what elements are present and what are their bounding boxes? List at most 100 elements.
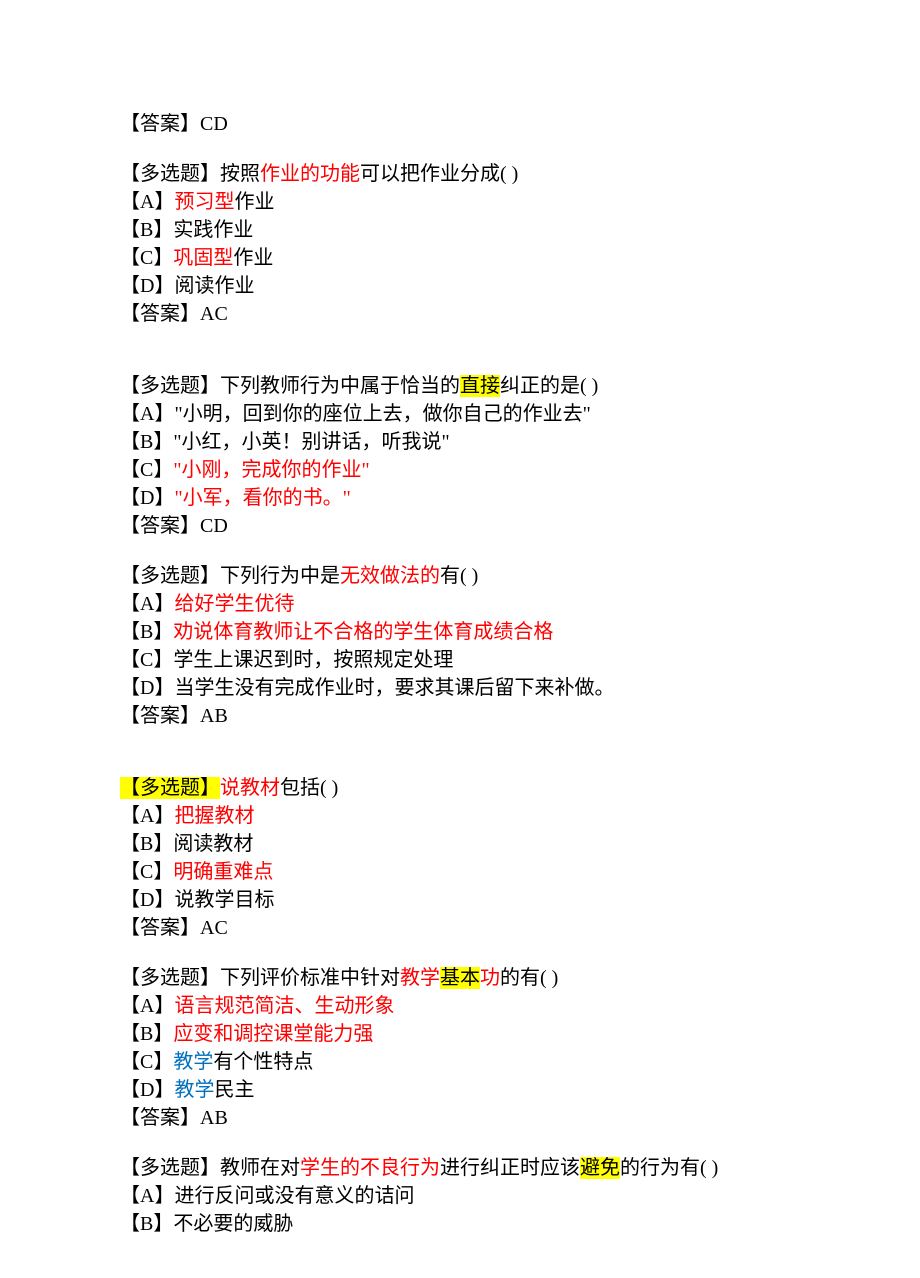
answer-value: AC bbox=[200, 917, 228, 939]
stem-text: 包括( ) bbox=[280, 777, 338, 799]
stem-text-red: 学生的不良行为 bbox=[300, 1157, 440, 1179]
option-text: 作业 bbox=[234, 191, 274, 213]
option-prefix: 【A】 bbox=[120, 995, 174, 1017]
option-text-red: "小军，看你的书。" bbox=[174, 487, 350, 509]
stem-text: 的有( ) bbox=[500, 967, 558, 989]
option-text-red: 劝说体育教师让不合格的学生体育成绩合格 bbox=[173, 621, 553, 643]
stem-text: 下列评价标准中针对 bbox=[220, 967, 400, 989]
option-prefix: 【B】 bbox=[120, 621, 173, 643]
question: 【多选题】下列行为中是无效做法的有( ) 【A】给好学生优待 【B】劝说体育教师… bbox=[120, 562, 800, 730]
option-d: 【D】说教学目标 bbox=[120, 886, 800, 914]
option-text: 【D】说教学目标 bbox=[120, 889, 274, 911]
option-text: 【A】进行反问或没有意义的诘问 bbox=[120, 1185, 414, 1207]
question-answer: 【答案】AC bbox=[120, 300, 800, 328]
option-text: 【B】"小红，小英！别讲话，听我说" bbox=[120, 431, 450, 453]
stem-text: 下列教师行为中属于恰当的 bbox=[220, 375, 460, 397]
option-prefix: 【C】 bbox=[120, 1051, 173, 1073]
question-answer: 【答案】AB bbox=[120, 1104, 800, 1132]
option-text-red: 预习型 bbox=[174, 191, 234, 213]
question-answer: 【答案】CD bbox=[120, 512, 800, 540]
answer-value: AC bbox=[200, 303, 228, 325]
question-answer: 【答案】AC bbox=[120, 914, 800, 942]
option-text-red: 应变和调控课堂能力强 bbox=[173, 1023, 373, 1045]
option-d: 【D】阅读作业 bbox=[120, 272, 800, 300]
answer-value: AB bbox=[200, 705, 228, 727]
stem-text: 教师在对 bbox=[220, 1157, 300, 1179]
option-text-red: 语言规范简洁、生动形象 bbox=[174, 995, 394, 1017]
option-prefix: 【D】 bbox=[120, 487, 174, 509]
option-text: 【D】阅读作业 bbox=[120, 275, 254, 297]
option-text-blue: 教学 bbox=[174, 1079, 214, 1101]
option-text: 【A】"小明，回到你的座位上去，做你自己的作业去" bbox=[120, 403, 591, 425]
stem-text-red: 说教材 bbox=[220, 777, 280, 799]
answer-label: 【答案】 bbox=[120, 917, 200, 939]
answer-label: 【答案】 bbox=[120, 1107, 200, 1129]
option-prefix: 【C】 bbox=[120, 861, 173, 883]
option-text-red: 给好学生优待 bbox=[174, 593, 294, 615]
stem-text: 下列行为中是 bbox=[220, 565, 340, 587]
question-stem: 【多选题】说教材包括( ) bbox=[120, 774, 800, 802]
stem-text: 按照 bbox=[220, 163, 260, 185]
answer-label: 【答案】 bbox=[120, 303, 200, 325]
option-prefix: 【B】 bbox=[120, 1023, 173, 1045]
answer-value: AB bbox=[200, 1107, 228, 1129]
option-prefix: 【A】 bbox=[120, 593, 174, 615]
option-c: 【C】巩固型作业 bbox=[120, 244, 800, 272]
stem-text: 纠正的是( ) bbox=[500, 375, 598, 397]
question-stem: 【多选题】下列评价标准中针对教学基本功的有( ) bbox=[120, 964, 800, 992]
answer-value: CD bbox=[200, 113, 228, 135]
stem-text-red: 功 bbox=[480, 967, 500, 989]
option-text-blue: 教学 bbox=[173, 1051, 213, 1073]
option-b: 【B】实践作业 bbox=[120, 216, 800, 244]
option-c: 【C】教学有个性特点 bbox=[120, 1048, 800, 1076]
option-a: 【A】"小明，回到你的座位上去，做你自己的作业去" bbox=[120, 400, 800, 428]
option-b: 【B】劝说体育教师让不合格的学生体育成绩合格 bbox=[120, 618, 800, 646]
document-page: 【答案】CD 【多选题】按照作业的功能可以把作业分成( ) 【A】预习型作业 【… bbox=[0, 0, 920, 1278]
option-a: 【A】进行反问或没有意义的诘问 bbox=[120, 1182, 800, 1210]
option-c: 【C】"小刚，完成你的作业" bbox=[120, 456, 800, 484]
option-d: 【D】教学民主 bbox=[120, 1076, 800, 1104]
option-prefix: 【A】 bbox=[120, 805, 174, 827]
question-tag: 【多选题】 bbox=[120, 163, 220, 185]
answer-label: 【答案】 bbox=[120, 113, 200, 135]
option-text-red: "小刚，完成你的作业" bbox=[173, 459, 369, 481]
question-answer: 【答案】AB bbox=[120, 702, 800, 730]
question-tag: 【多选题】 bbox=[120, 967, 220, 989]
question: 【多选题】下列教师行为中属于恰当的直接纠正的是( ) 【A】"小明，回到你的座位… bbox=[120, 372, 800, 540]
answer-value: CD bbox=[200, 515, 228, 537]
option-text-red: 巩固型 bbox=[173, 247, 233, 269]
option-a: 【A】预习型作业 bbox=[120, 188, 800, 216]
option-text: 【C】学生上课迟到时，按照规定处理 bbox=[120, 649, 453, 671]
stem-text-red: 无效做法的 bbox=[340, 565, 440, 587]
question-stem: 【多选题】按照作业的功能可以把作业分成( ) bbox=[120, 160, 800, 188]
stem-text-red: 教学 bbox=[400, 967, 440, 989]
option-b: 【B】不必要的威胁 bbox=[120, 1210, 800, 1238]
option-c: 【C】明确重难点 bbox=[120, 858, 800, 886]
option-d: 【D】当学生没有完成作业时，要求其课后留下来补做。 bbox=[120, 674, 800, 702]
option-text: 【D】当学生没有完成作业时，要求其课后留下来补做。 bbox=[120, 677, 614, 699]
question: 【多选题】说教材包括( ) 【A】把握教材 【B】阅读教材 【C】明确重难点 【… bbox=[120, 774, 800, 942]
stem-text-highlight: 直接 bbox=[460, 375, 500, 397]
option-b: 【B】阅读教材 bbox=[120, 830, 800, 858]
option-text: 【B】实践作业 bbox=[120, 219, 253, 241]
option-text: 【B】阅读教材 bbox=[120, 833, 253, 855]
option-text: 民主 bbox=[214, 1079, 254, 1101]
question-answer: 【答案】CD bbox=[120, 110, 800, 138]
option-b: 【B】应变和调控课堂能力强 bbox=[120, 1020, 800, 1048]
question-tag: 【多选题】 bbox=[120, 1157, 220, 1179]
stem-text-red: 作业的功能 bbox=[260, 163, 360, 185]
option-a: 【A】把握教材 bbox=[120, 802, 800, 830]
answer-label: 【答案】 bbox=[120, 705, 200, 727]
question-stem: 【多选题】下列行为中是无效做法的有( ) bbox=[120, 562, 800, 590]
stem-text: 进行纠正时应该 bbox=[440, 1157, 580, 1179]
option-a: 【A】给好学生优待 bbox=[120, 590, 800, 618]
stem-text-highlight: 基本 bbox=[440, 967, 480, 989]
option-text-red: 明确重难点 bbox=[173, 861, 273, 883]
question-stem: 【多选题】下列教师行为中属于恰当的直接纠正的是( ) bbox=[120, 372, 800, 400]
question-tag: 【多选题】 bbox=[120, 565, 220, 587]
stem-text-highlight: 避免 bbox=[580, 1157, 620, 1179]
stem-text: 的行为有( ) bbox=[620, 1157, 718, 1179]
question-tag: 【多选题】 bbox=[120, 375, 220, 397]
option-b: 【B】"小红，小英！别讲话，听我说" bbox=[120, 428, 800, 456]
question-tag-highlight: 【多选题】 bbox=[120, 777, 220, 799]
